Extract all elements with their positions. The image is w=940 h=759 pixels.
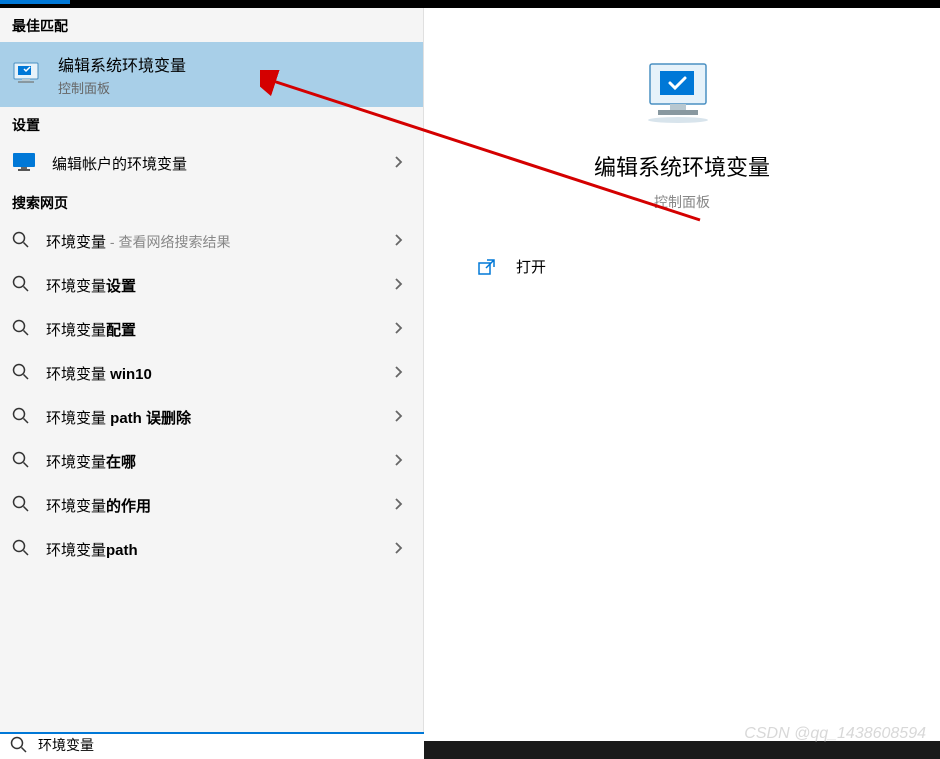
search-icon (12, 231, 32, 251)
search-icon (10, 736, 28, 754)
open-action[interactable]: 打开 (424, 242, 940, 291)
web-search-item[interactable]: 环境变量在哪 (0, 439, 423, 483)
web-item-label: 环境变量 - 查看网络搜索结果 (46, 231, 395, 252)
web-item-label: 环境变量的作用 (46, 495, 395, 516)
detail-panel: 编辑系统环境变量 控制面板 打开 (424, 8, 940, 738)
chevron-right-icon (395, 233, 411, 249)
web-search-item[interactable]: 环境变量配置 (0, 307, 423, 351)
detail-system-icon (642, 58, 722, 132)
chevron-right-icon (395, 497, 411, 513)
result-title: 编辑系统环境变量 (58, 52, 411, 76)
settings-item-label: 编辑帐户的环境变量 (52, 153, 395, 174)
open-icon (478, 258, 496, 276)
web-search-item[interactable]: 环境变量 - 查看网络搜索结果 (0, 219, 423, 263)
chevron-right-icon (395, 321, 411, 337)
window-top-bar (0, 0, 940, 8)
web-item-label: 环境变量 win10 (46, 363, 395, 384)
web-search-item[interactable]: 环境变量path (0, 527, 423, 571)
web-search-item[interactable]: 环境变量 win10 (0, 351, 423, 395)
open-label: 打开 (516, 256, 546, 277)
detail-title: 编辑系统环境变量 (594, 150, 770, 182)
search-icon (12, 539, 32, 559)
web-item-label: 环境变量 path 误删除 (46, 407, 395, 428)
chevron-right-icon (395, 541, 411, 557)
system-settings-icon (12, 59, 44, 91)
section-best-match: 最佳匹配 (0, 8, 423, 42)
search-results-panel: 最佳匹配 编辑系统环境变量 控制面板 设置 (0, 8, 424, 738)
chevron-right-icon (395, 277, 411, 293)
web-item-label: 环境变量path (46, 539, 395, 560)
top-bar-accent (0, 0, 70, 4)
search-icon (12, 275, 32, 295)
section-settings: 设置 (0, 107, 423, 141)
web-search-item[interactable]: 环境变量 path 误删除 (0, 395, 423, 439)
chevron-right-icon (395, 365, 411, 381)
search-icon (12, 451, 32, 471)
chevron-right-icon (395, 155, 411, 171)
web-item-label: 环境变量配置 (46, 319, 395, 340)
chevron-right-icon (395, 409, 411, 425)
best-match-result[interactable]: 编辑系统环境变量 控制面板 (0, 42, 423, 107)
search-icon (12, 319, 32, 339)
web-search-item[interactable]: 环境变量的作用 (0, 483, 423, 527)
web-search-item[interactable]: 环境变量设置 (0, 263, 423, 307)
taskbar (424, 741, 940, 759)
search-icon (12, 363, 32, 383)
search-icon (12, 407, 32, 427)
search-input-bar[interactable]: 环境变量 (0, 732, 424, 756)
settings-result-item[interactable]: 编辑帐户的环境变量 (0, 141, 423, 185)
detail-subtitle: 控制面板 (654, 192, 710, 212)
monitor-icon (12, 152, 36, 174)
result-subtitle: 控制面板 (58, 78, 411, 97)
search-input-text: 环境变量 (38, 735, 94, 755)
search-icon (12, 495, 32, 515)
web-item-label: 环境变量设置 (46, 275, 395, 296)
section-web-search: 搜索网页 (0, 185, 423, 219)
chevron-right-icon (395, 453, 411, 469)
web-item-label: 环境变量在哪 (46, 451, 395, 472)
